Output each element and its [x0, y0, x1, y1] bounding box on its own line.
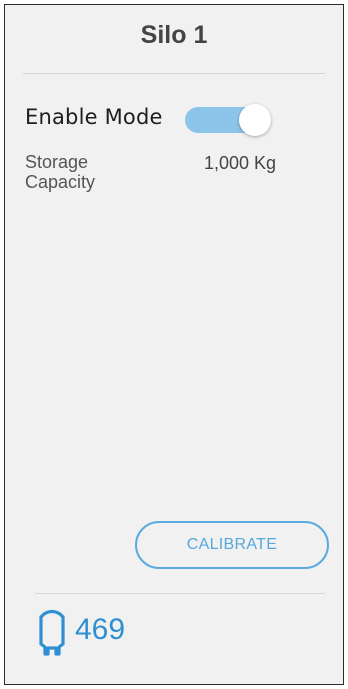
toggle-knob [239, 104, 271, 136]
silo-icon [39, 610, 65, 656]
silo-count: 469 [75, 613, 126, 646]
calibrate-button[interactable]: CALIBRATE [135, 521, 329, 569]
page-title: Silo 1 [140, 21, 208, 49]
storage-capacity-value: 1,000 Kg [204, 153, 277, 173]
storage-capacity-label: Storage Capacity [25, 152, 96, 192]
footer-divider [35, 593, 325, 594]
enable-mode-label: Enable Mode [25, 105, 163, 129]
enable-mode-toggle[interactable] [185, 102, 271, 138]
title-divider [23, 73, 325, 74]
silo-panel: Silo 1 Enable Mode Storage Capacity 1,00… [4, 4, 344, 685]
